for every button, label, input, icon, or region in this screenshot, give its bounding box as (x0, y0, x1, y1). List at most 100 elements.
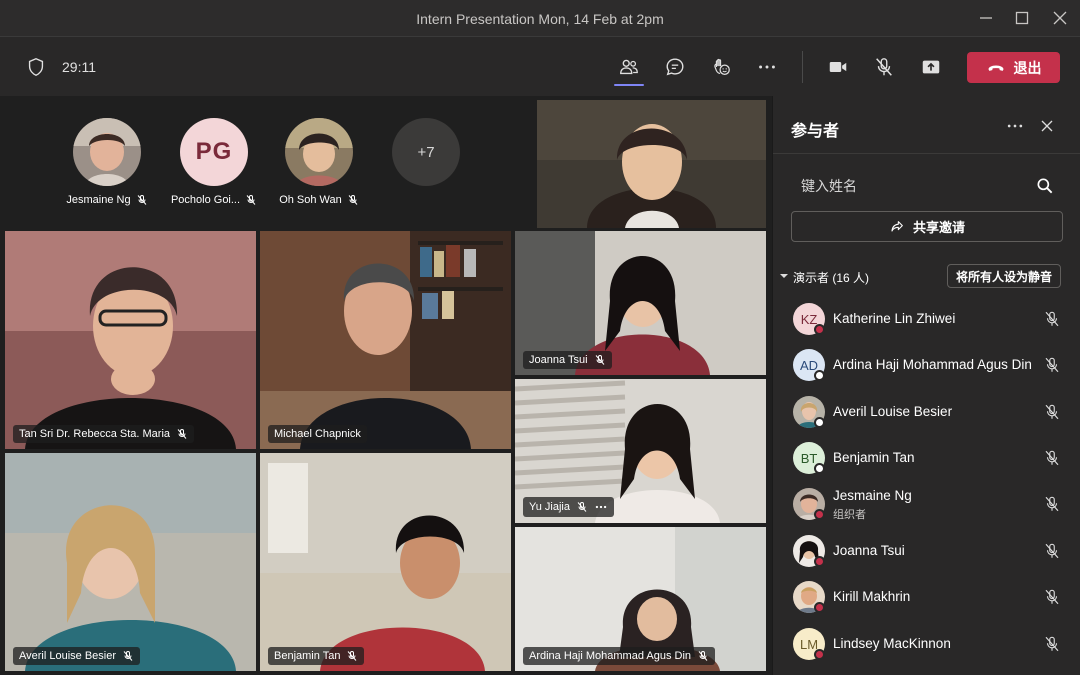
video-feed (537, 100, 766, 228)
mic-off-icon[interactable] (1043, 356, 1061, 374)
video-tile-speaking[interactable]: Michael Chapnick (260, 231, 511, 449)
more-count: +7 (417, 143, 435, 161)
mic-off-icon (876, 58, 892, 76)
presenters-section: 演示者 (16 人) 将所有人设为静音 (779, 264, 1075, 288)
mic-off-icon[interactable] (1043, 495, 1061, 513)
status-badge (814, 509, 825, 520)
more-icon[interactable] (594, 500, 608, 514)
mic-off-icon[interactable] (1043, 542, 1061, 560)
participant-row[interactable]: LM Lindsey MacKinnon (791, 622, 1063, 666)
camera-button[interactable] (825, 54, 851, 80)
participant-name: Jesmaine Ng (833, 488, 912, 503)
tile-name-tag: Joanna Tsui (523, 351, 612, 369)
close-icon (1053, 11, 1067, 25)
tile-name: Ardina Haji Mohammad Agus Din (529, 650, 692, 662)
share-invite-button[interactable]: 共享邀请 (791, 211, 1063, 242)
meeting-toolbar: 29:11 退出 (0, 37, 1080, 96)
tile-name-tag: Tan Sri Dr. Rebecca Sta. Maria (13, 425, 195, 443)
status-badge (814, 370, 825, 381)
participants-button[interactable] (616, 54, 642, 80)
mic-button[interactable] (871, 54, 897, 80)
video-feed (260, 453, 511, 671)
avatar (285, 118, 353, 186)
more-actions-button[interactable] (754, 54, 780, 80)
avatar-initials: BT (800, 450, 818, 466)
meeting-timer: 29:11 (62, 59, 96, 75)
mic-off-icon[interactable] (1043, 635, 1061, 653)
search-icon (1037, 178, 1053, 194)
mic-off-icon[interactable] (1043, 310, 1061, 328)
strip-participant[interactable]: Jesmaine Ng (62, 118, 152, 206)
strip-participant[interactable]: PG Pocholo Goi... (166, 118, 262, 206)
title-bar: Intern Presentation Mon, 14 Feb at 2pm (0, 0, 1080, 37)
video-tile[interactable]: Joanna Tsui (515, 231, 766, 375)
more-icon (759, 65, 775, 69)
status-badge (814, 556, 825, 567)
mic-off-icon (698, 651, 708, 661)
participant-name: Joanna Tsui (833, 543, 905, 558)
close-icon (1041, 120, 1053, 132)
video-tile[interactable]: Benjamin Tan (260, 453, 511, 671)
participant-row[interactable]: Kirill Makhrin (791, 575, 1063, 619)
more-count-badge: +7 (392, 118, 460, 186)
strip-participant[interactable]: Oh Soh Wan (274, 118, 364, 206)
mic-off-icon[interactable] (1043, 588, 1061, 606)
mic-off-icon[interactable] (1043, 403, 1061, 421)
security-button[interactable] (23, 54, 49, 80)
share-content-button[interactable] (918, 54, 944, 80)
tile-name-tag: Averil Louise Besier (13, 647, 141, 665)
participant-row[interactable]: BT Benjamin Tan (791, 436, 1063, 480)
close-window-button[interactable] (1048, 6, 1072, 30)
self-video-tile[interactable] (537, 100, 766, 228)
chat-button[interactable] (662, 54, 688, 80)
participant-row[interactable]: Jesmaine Ng 组织者 (791, 482, 1063, 526)
participant-row[interactable]: AD Ardina Haji Mohammad Agus Din (791, 343, 1063, 387)
panel-title: 参与者 (791, 123, 840, 140)
tile-name-tag: Michael Chapnick (268, 425, 367, 443)
panel-close-button[interactable] (1037, 116, 1057, 136)
video-feed (5, 231, 256, 449)
tile-name: Michael Chapnick (274, 428, 361, 440)
reactions-icon (714, 58, 730, 75)
strip-participant-name: Oh Soh Wan (279, 194, 342, 206)
more-participants-button[interactable]: +7 (392, 118, 460, 186)
shield-icon (28, 58, 44, 76)
panel-more-button[interactable] (1005, 116, 1025, 136)
leave-button[interactable]: 退出 (967, 52, 1060, 83)
reactions-button[interactable] (708, 54, 734, 80)
participant-row[interactable]: Joanna Tsui (791, 529, 1063, 573)
phone-icon (988, 65, 1003, 71)
people-icon (620, 59, 638, 75)
mute-all-button[interactable]: 将所有人设为静音 (947, 264, 1061, 288)
video-tile[interactable]: Yu Jiajia (515, 379, 766, 523)
maximize-icon (1015, 11, 1029, 25)
tile-name-tag: Yu Jiajia (523, 497, 614, 517)
maximize-button[interactable] (1010, 6, 1034, 30)
strip-participant-name: Pocholo Goi... (170, 194, 241, 206)
tile-name: Yu Jiajia (529, 501, 570, 513)
participant-row[interactable]: Averil Louise Besier (791, 390, 1063, 434)
video-tile[interactable]: Tan Sri Dr. Rebecca Sta. Maria (5, 231, 256, 449)
video-tile[interactable]: Ardina Haji Mohammad Agus Din (515, 527, 766, 671)
caret-down-icon[interactable] (779, 271, 789, 281)
participant-search (791, 172, 1063, 200)
video-tile[interactable]: Averil Louise Besier (5, 453, 256, 671)
tile-name-tag: Benjamin Tan (268, 647, 365, 665)
participant-role: 组织者 (833, 509, 866, 521)
participant-name: Kirill Makhrin (833, 589, 911, 604)
active-tab-indicator (614, 84, 644, 86)
minimize-button[interactable] (974, 6, 998, 30)
mic-off-icon[interactable] (1043, 449, 1061, 467)
participant-row[interactable]: KZ Katherine Lin Zhiwei (791, 297, 1063, 341)
status-badge (814, 417, 825, 428)
mic-off-icon (348, 651, 357, 661)
search-input[interactable] (801, 172, 1031, 200)
mic-off-icon (246, 195, 256, 205)
search-button[interactable] (1035, 176, 1055, 196)
panel-header: 参与者 (773, 96, 1080, 154)
minimize-icon (980, 17, 992, 19)
status-badge (814, 324, 825, 335)
avatar-initials: KZ (800, 311, 818, 327)
participant-name: Ardina Haji Mohammad Agus Din (833, 357, 1032, 372)
meeting-stage: Jesmaine Ng PG Pocholo Goi... Oh Soh Wan… (0, 96, 772, 675)
